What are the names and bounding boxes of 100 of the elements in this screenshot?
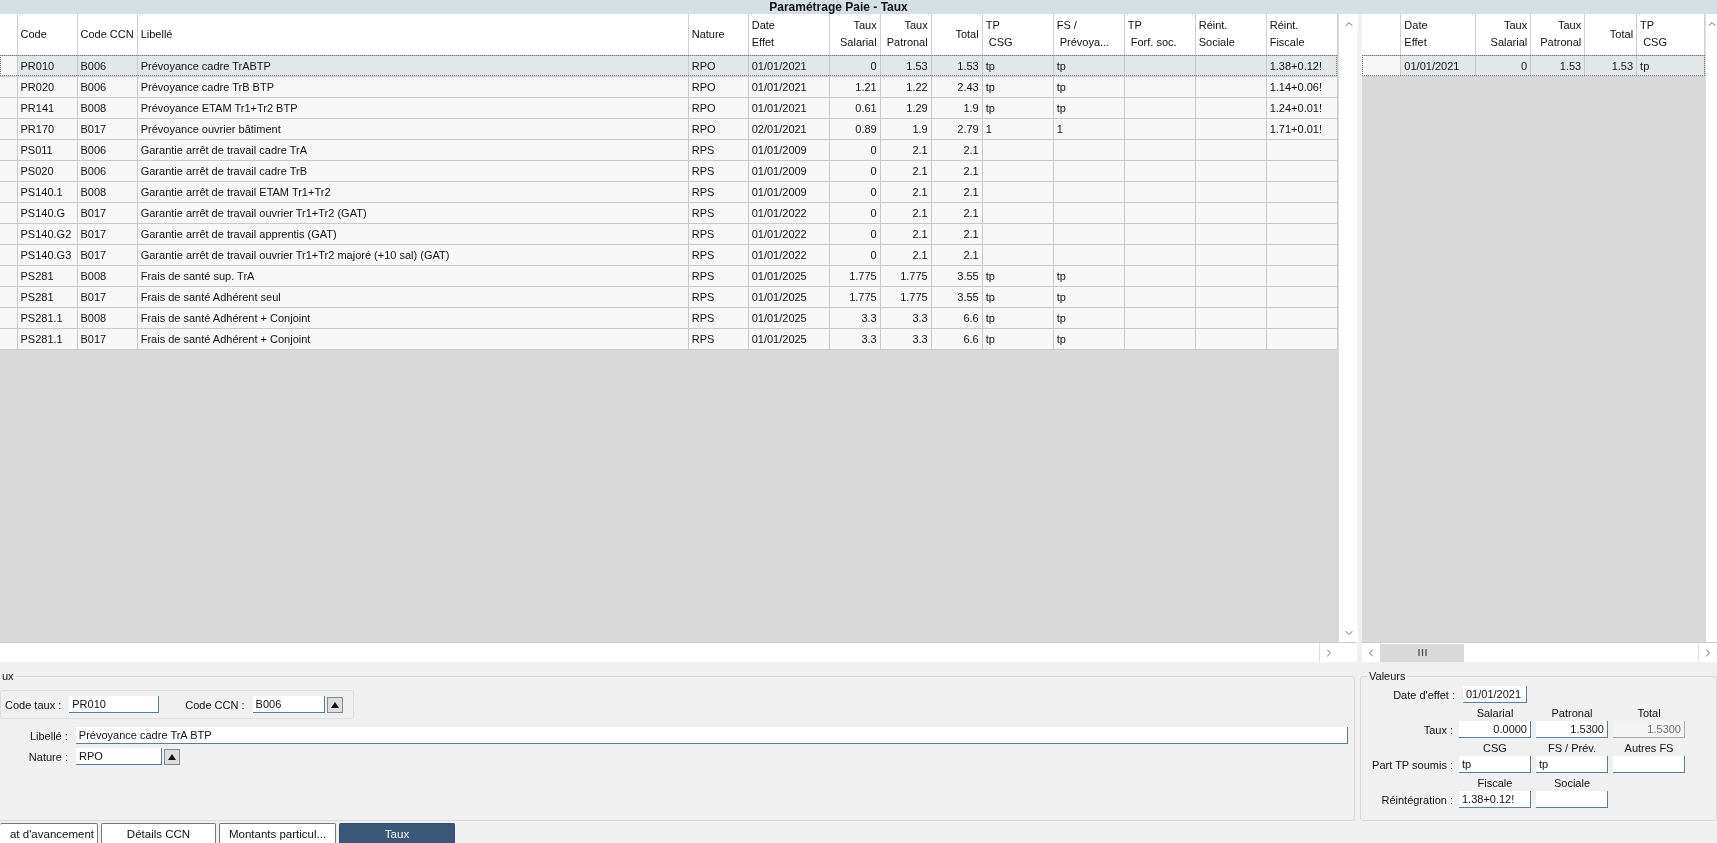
column-header[interactable]: Réint. Fiscale [1266,14,1338,55]
table-row[interactable]: PS281 B008 Frais de santé sup. TrA RPS 01/01/2025 1.775 1.775 3.55 tp tp [0,265,1338,286]
field-label: Code CCN : [185,698,245,711]
input-field[interactable]: 1.38+0.12! [1459,791,1531,808]
column-label: Sociale [1552,777,1592,789]
table-cell: 1.53 [1530,55,1585,76]
input-field[interactable]: 1.5300 [1536,721,1608,738]
table-cell: tp [1636,55,1705,76]
table-cell: Frais de santé Adhérent seul [137,286,689,307]
input-field[interactable]: B006 [252,696,325,713]
table-cell: 1.53 [1584,55,1637,76]
field-label: Libellé : [28,729,68,742]
table-cell: 01/01/2021 [748,55,830,76]
table-cell: 1.53 [880,55,932,76]
table-cell: tp [982,55,1054,76]
column-header[interactable]: Taux Patronal [1530,14,1585,55]
vertical-scrollbar[interactable] [1338,14,1357,642]
column-header[interactable]: Taux Salarial [1475,14,1531,55]
table-cell: Prévoyance ouvrier bâtiment [137,118,689,139]
table-cell: Frais de santé sup. TrA [137,265,689,286]
column-header[interactable]: FS / Prévoya... [1053,14,1125,55]
table-cell: Prévoyance ETAM Tr1+Tr2 BTP [137,97,689,118]
table-cell: Garantie arrêt de travail apprentis (GAT) [137,223,689,244]
column-label: Autres FS [1623,742,1675,754]
table-cell: Garantie arrêt de travail cadre TrB [137,160,689,181]
input-field[interactable] [1536,791,1608,808]
dropdown-button[interactable] [326,696,343,713]
table-row[interactable]: PR141 B008 Prévoyance ETAM Tr1+Tr2 BTP RPO 01/01/2021 0.61 1.29 1.9 tp tp 1.24+0.01! [0,97,1338,118]
column-header[interactable]: Taux Patronal [880,14,932,55]
input-field[interactable]: 01/01/2021 [1463,686,1527,703]
tab[interactable]: Taux [339,823,455,843]
table-cell: Garantie arrêt de travail ouvrier Tr1+Tr2 majoré (+10 sal) (GAT) [137,244,689,265]
table-cell: RPO [688,55,749,76]
window-title: Paramétrage Paie - Taux [769,0,908,14]
field-label: Code taux : [5,698,62,711]
input-field[interactable] [1613,756,1685,773]
table-cell: Prévoyance cadre TrB BTP [137,76,689,97]
horizontal-scrollbar[interactable] [0,642,1357,662]
field-label: Date d'effet : [1392,688,1455,701]
column-header[interactable]: TP Forf. soc. [1124,14,1196,55]
table-row[interactable]: 01/01/2021 0 1.53 1.53 tp [1362,55,1705,76]
column-header[interactable]: Date Effet [748,14,830,55]
table-cell: Garantie arrêt de travail cadre TrA [137,139,689,160]
tab[interactable]: Montants particul... [219,823,336,843]
table-row[interactable]: PS140.G3 B017 Garantie arrêt de travail ouvrier Tr1+Tr2 majoré (+10 sal) (GAT) RPS 01/01/2022 0 2.1 2.1 [0,244,1338,265]
column-header[interactable]: TP CSG [982,14,1054,55]
column-header[interactable]: Code [17,14,77,55]
column-label: Total [1636,707,1662,719]
column-label: CSG [1482,742,1508,754]
table-row[interactable]: PS281 B017 Frais de santé Adhérent seul RPS 01/01/2025 1.775 1.775 3.55 tp tp [0,286,1338,307]
column-label: Fiscale [1476,777,1514,789]
scrollbar-thumb[interactable] [1381,643,1464,662]
input-field[interactable]: PR010 [69,696,160,713]
field-label: Taux : [1422,724,1453,738]
table-cell: Frais de santé Adhérent + Conjoint [137,307,689,328]
field-label: Part TP soumis : [1371,759,1453,773]
column-label: Salarial [1475,707,1515,719]
table-cell: Garantie arrêt de travail ETAM Tr1+Tr2 [137,181,689,202]
group-title: ux [1,671,15,682]
column-header[interactable]: Date Effet [1400,14,1476,55]
table-cell: 1.38+0.12! [1266,55,1338,76]
column-header[interactable]: Taux Salarial [829,14,881,55]
table-row[interactable]: PS020 B006 Garantie arrêt de travail cadre TrB RPS 01/01/2009 0 2.1 2.1 [0,160,1338,181]
table-row[interactable]: PR020 B006 Prévoyance cadre TrB BTP RPO 01/01/2021 1.21 1.22 2.43 tp tp 1.14+0.06! [0,76,1338,97]
tab[interactable]: Détails CCN [101,823,216,843]
table-row[interactable]: PS140.G B017 Garantie arrêt de travail ouvrier Tr1+Tr2 (GAT) RPS 01/01/2022 0 2.1 2.1 [0,202,1338,223]
group-title: Valeurs [1368,671,1407,682]
grip-icon [1418,649,1427,656]
input-field[interactable]: tp [1459,756,1531,773]
tab[interactable]: at d'avancement [0,823,98,843]
table-cell: Prévoyance cadre TrABTP [137,55,689,76]
field-label: Nature : [27,750,68,763]
dropdown-button[interactable] [164,748,180,765]
field-label: Réintégration : [1380,794,1453,808]
horizontal-scrollbar[interactable] [1362,642,1717,662]
column-header[interactable]: Nature [688,14,749,55]
column-header[interactable]: Réint. Sociale [1195,14,1267,55]
input-field[interactable]: RPO [76,748,162,765]
column-header[interactable]: Code CCN [77,14,138,55]
column-header[interactable]: Total [1584,14,1637,55]
caret-up-icon [168,753,176,760]
column-label: Patronal [1550,707,1594,719]
table-row[interactable]: PS011 B006 Garantie arrêt de travail cadre TrA RPS 01/01/2009 0 2.1 2.1 [0,139,1338,160]
table-cell: Frais de santé Adhérent + Conjoint [137,328,689,349]
table-row[interactable]: PR170 B017 Prévoyance ouvrier bâtiment RPO 02/01/2021 0.89 1.9 2.79 1 1 1.71+0.01! [0,118,1338,139]
input-field[interactable]: 0.0000 [1459,721,1531,738]
table-row[interactable]: PS140.1 B008 Garantie arrêt de travail ETAM Tr1+Tr2 RPS 01/01/2009 0 2.1 2.1 [0,181,1338,202]
column-header[interactable]: Libellé [137,14,689,55]
table-row[interactable]: PS281.1 B017 Frais de santé Adhérent + Conjoint RPS 01/01/2025 3.3 3.3 6.6 tp tp [0,328,1338,349]
table-row[interactable]: PS281.1 B008 Frais de santé Adhérent + Conjoint RPS 01/01/2025 3.3 3.3 6.6 tp tp [0,307,1338,328]
column-label: FS / Prév. [1546,742,1598,754]
table-row[interactable]: PR010 B006 Prévoyance cadre TrABTP RPO 01/01/2021 0 1.53 1.53 tp tp 1.38+0.12! [0,55,1338,76]
table-cell: Garantie arrêt de travail ouvrier Tr1+Tr2 (GAT) [137,202,689,223]
input-field[interactable]: Prévoyance cadre TrA BTP [75,727,1348,744]
column-header[interactable]: Total [931,14,983,55]
caret-up-icon [330,701,339,708]
column-header[interactable]: TP CSG [1636,14,1705,55]
vertical-scrollbar[interactable] [1705,14,1717,642]
input-field[interactable]: tp [1536,756,1608,773]
table-row[interactable]: PS140.G2 B017 Garantie arrêt de travail apprentis (GAT) RPS 01/01/2022 0 2.1 2.1 [0,223,1338,244]
